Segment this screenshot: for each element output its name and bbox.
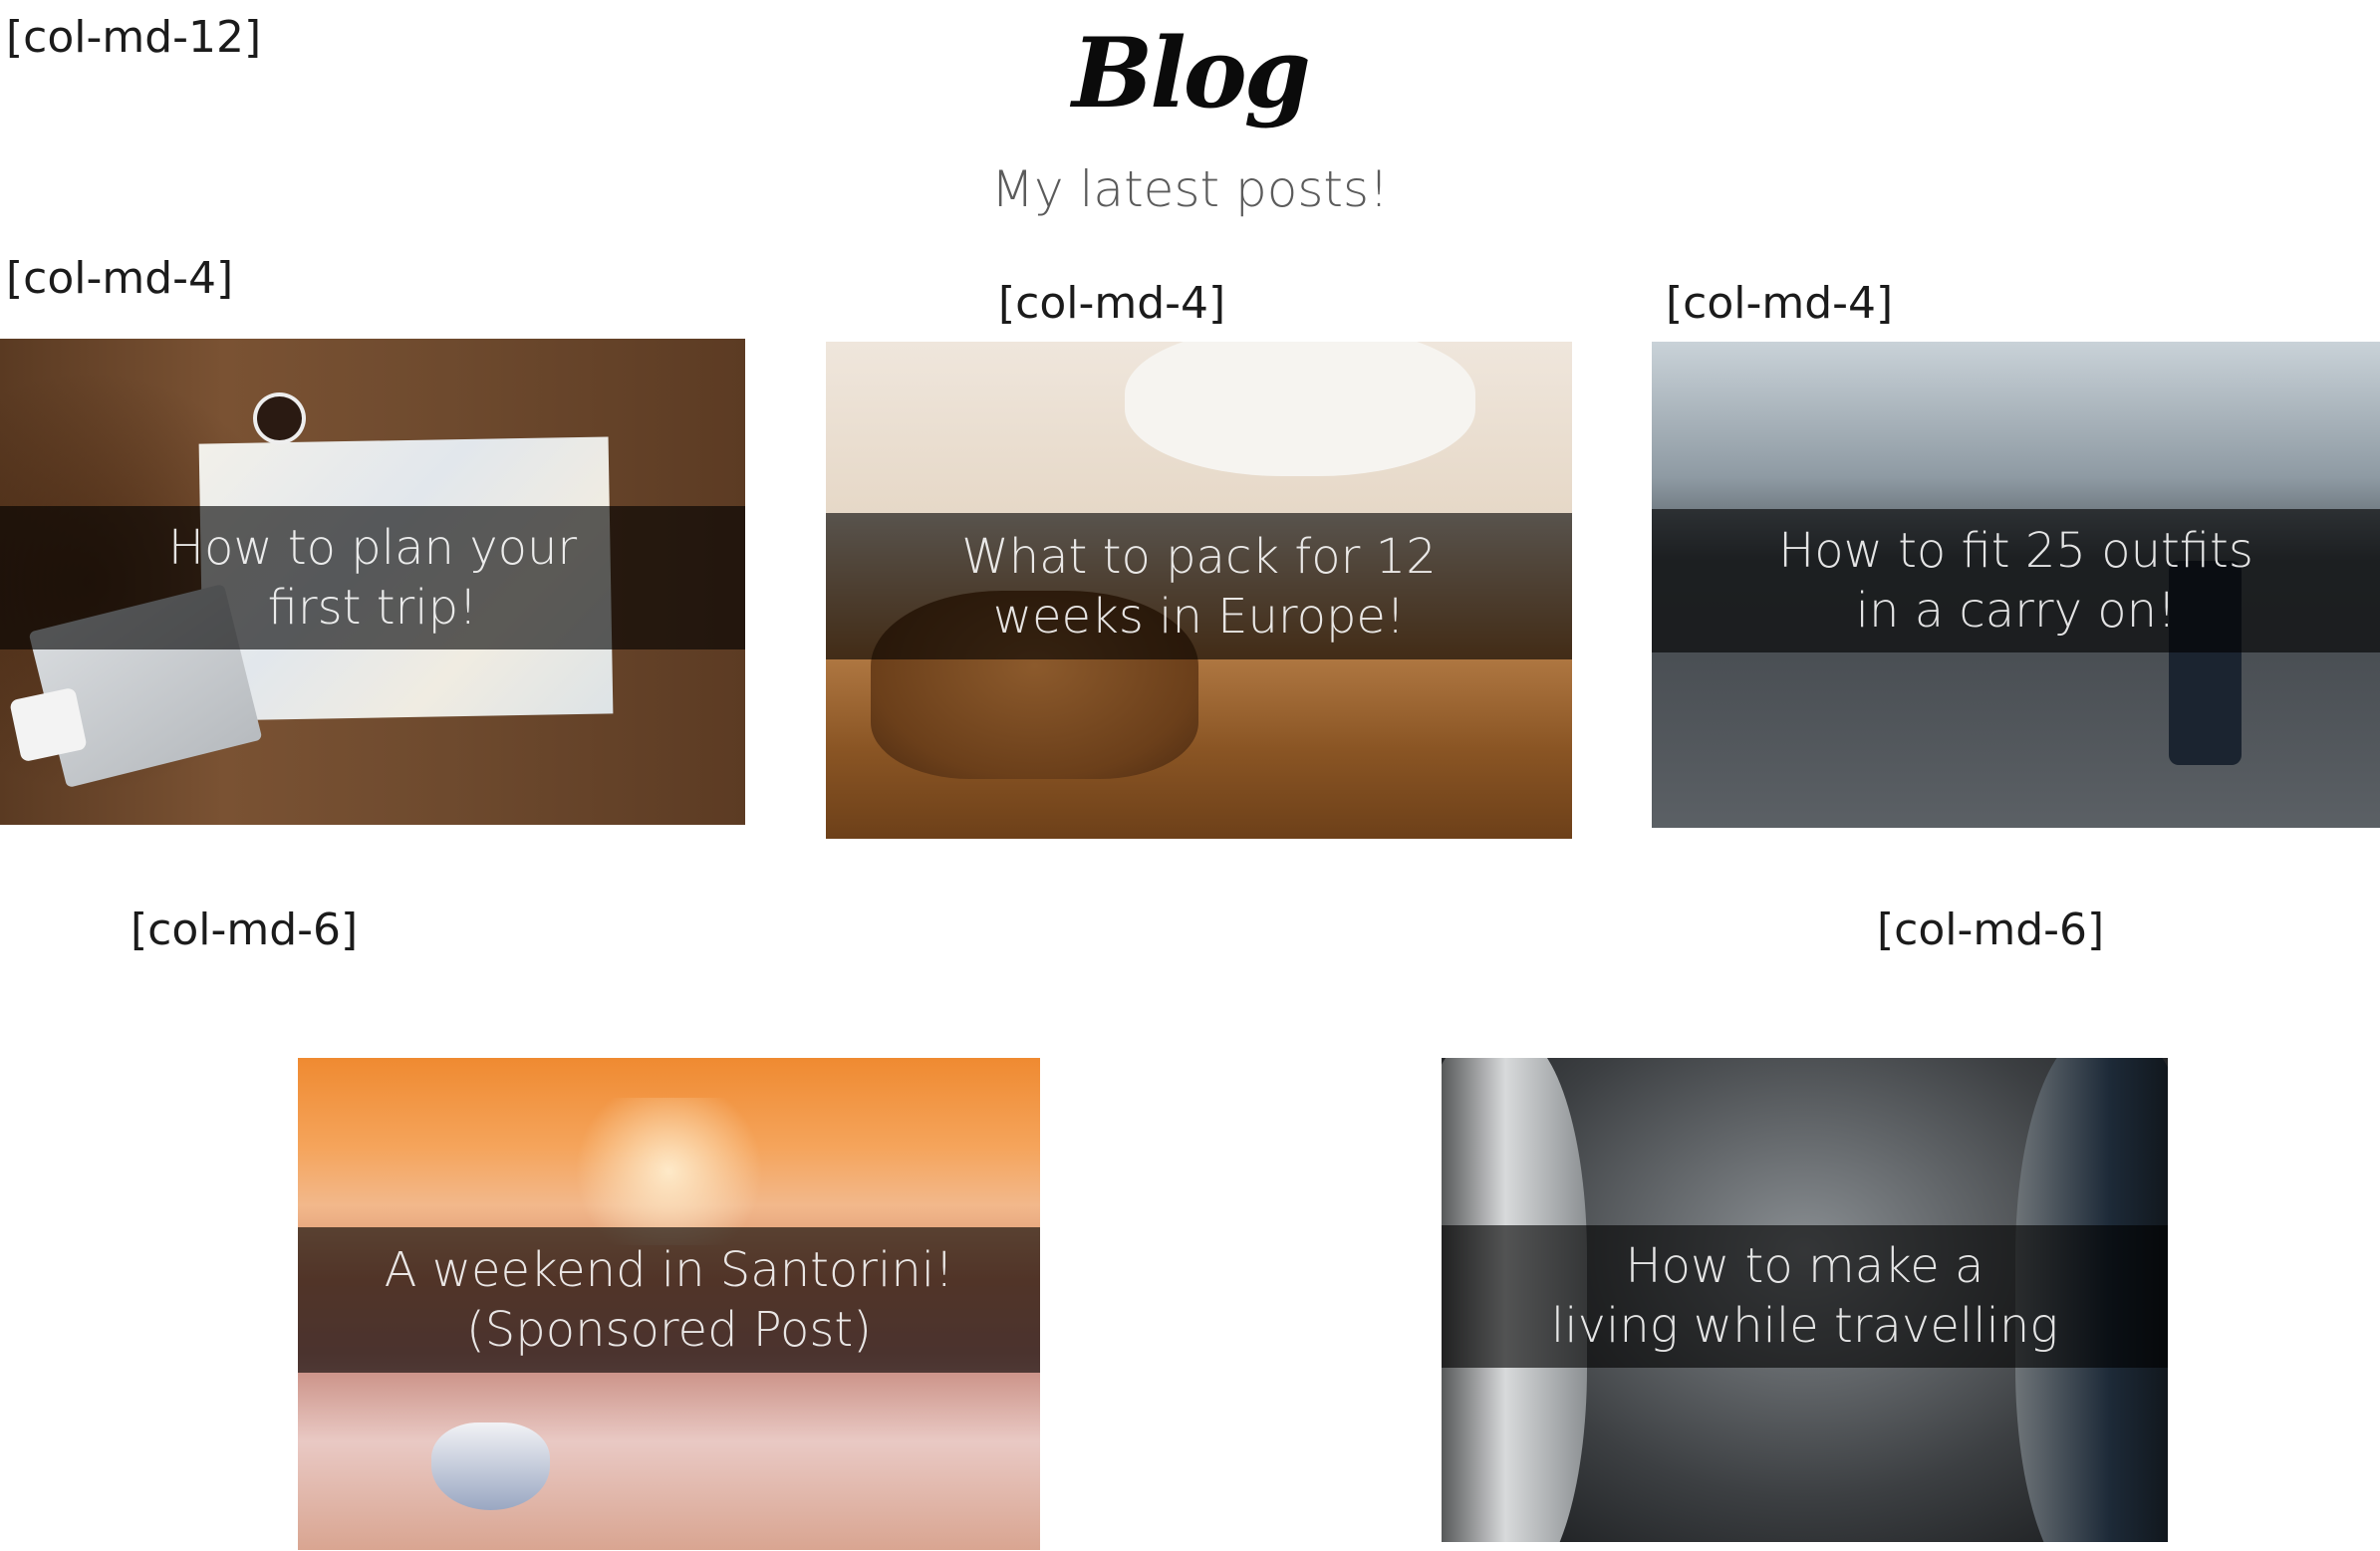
post-title-overlay: How to fit 25 outfits in a carry on! [1652, 509, 2380, 653]
grid-label-col-md-6: [col-md-6] [131, 905, 359, 955]
post-title-overlay: A weekend in Santorini! (Sponsored Post) [298, 1227, 1040, 1374]
post-title-overlay: How to plan your first trip! [0, 506, 745, 650]
post-title: What to pack for 12 weeks in Europe! [961, 528, 1437, 645]
grid-label-col-md-4: [col-md-4] [998, 278, 1226, 329]
post-card[interactable]: A weekend in Santorini! (Sponsored Post) [298, 1058, 1040, 1550]
post-title: How to fit 25 outfits in a carry on! [1778, 523, 2253, 640]
post-card[interactable]: How to plan your first trip! [0, 339, 745, 825]
page-title: Blog [1072, 17, 1311, 129]
post-title: A weekend in Santorini! (Sponsored Post) [384, 1242, 954, 1359]
post-title-overlay: What to pack for 12 weeks in Europe! [826, 513, 1572, 660]
page-subtitle: My latest posts! [990, 160, 1390, 218]
post-card[interactable]: How to make a living while travelling [1442, 1058, 2168, 1542]
grid-label-col-md-6: [col-md-6] [1877, 905, 2105, 955]
post-title: How to make a living while travelling [1550, 1238, 2059, 1355]
post-title: How to plan your first trip! [167, 520, 578, 637]
post-card[interactable]: How to fit 25 outfits in a carry on! [1652, 342, 2380, 828]
grid-label-col-md-4: [col-md-4] [1666, 278, 1894, 329]
grid-label-col-md-4: [col-md-4] [6, 253, 234, 304]
post-card[interactable]: What to pack for 12 weeks in Europe! [826, 342, 1572, 839]
post-title-overlay: How to make a living while travelling [1442, 1224, 2168, 1369]
